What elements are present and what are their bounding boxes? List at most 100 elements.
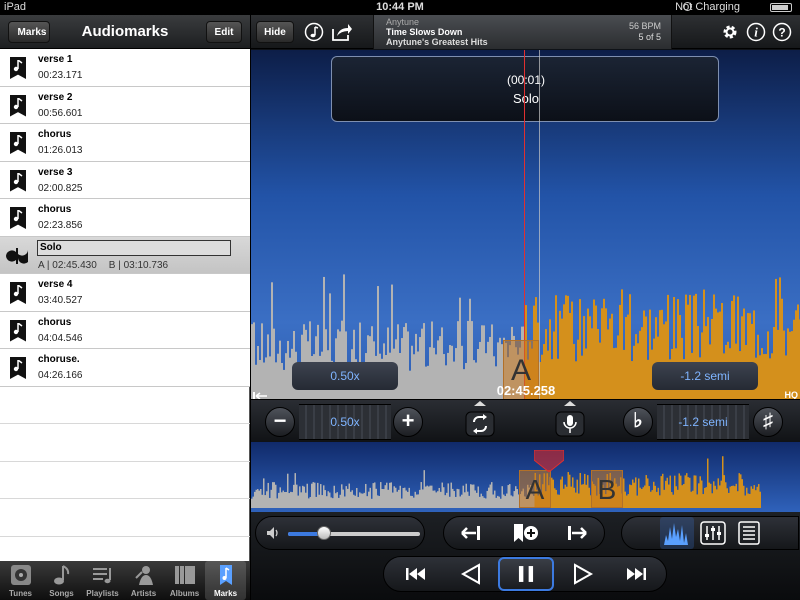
overview-marker-b[interactable]: B xyxy=(591,470,623,508)
loop-toggle-icon[interactable] xyxy=(463,400,497,440)
volume-control xyxy=(255,516,425,550)
speaker-icon xyxy=(267,527,278,539)
main-waveform[interactable]: (00:01) Solo A 0.50x -1.2 semi 02:45.258… xyxy=(251,50,800,413)
loop-mark-icon xyxy=(6,247,28,264)
share-icon[interactable] xyxy=(331,22,353,42)
pitch-flat-button[interactable]: ♭ xyxy=(623,407,653,437)
artist-icon xyxy=(135,566,153,585)
overview-marker-a[interactable]: A xyxy=(519,470,551,508)
list-item-selected[interactable]: Solo A | 02:45.430 B | 03:10.736 xyxy=(0,236,250,274)
volume-knob[interactable] xyxy=(316,526,331,540)
jump-to-mark-right-icon[interactable] xyxy=(554,517,598,549)
speed-bubble: 0.50x xyxy=(292,362,398,390)
pitch-value: -1.2 semi xyxy=(678,415,728,429)
help-icon[interactable]: ? xyxy=(771,22,793,42)
skip-back-icon[interactable] xyxy=(388,557,444,591)
waveform-view-icon[interactable] xyxy=(660,517,694,549)
pitch-bubble: -1.2 semi xyxy=(652,362,758,390)
list-item[interactable]: verse 1 00:23.171 xyxy=(0,49,250,87)
loop-end-time: B | 03:10.736 xyxy=(108,259,169,271)
mark-name: verse 1 xyxy=(38,54,73,65)
bpm-readout: 56 BPM xyxy=(628,21,661,31)
list-item[interactable]: chorus 01:26.013 xyxy=(0,124,250,162)
mark-name: chorus xyxy=(38,316,72,328)
list-item[interactable]: choruse. 04:26.166 xyxy=(0,349,250,387)
mark-time: 00:23.171 xyxy=(38,70,83,81)
bookmark-icon xyxy=(10,319,26,342)
speed-value: 0.50x xyxy=(330,415,360,429)
tab-albums[interactable]: Albums xyxy=(164,561,205,600)
jump-to-mark-left-icon[interactable] xyxy=(450,517,494,549)
tab-artists[interactable]: Artists xyxy=(123,561,164,600)
microphone-icon[interactable] xyxy=(553,400,587,440)
svg-text:i: i xyxy=(754,25,758,40)
loop-start-line xyxy=(539,50,540,413)
now-playing-info[interactable]: Anytune Time Slows Down Anytune's Greate… xyxy=(373,15,672,49)
empty-row xyxy=(0,499,250,537)
mark-time: 02:00.825 xyxy=(38,182,83,194)
speed-slider[interactable]: 0.50x xyxy=(299,404,391,440)
overview-playhead[interactable] xyxy=(534,450,564,472)
player-panel: Hide Anytune Time Slows Down Anytune's G… xyxy=(251,15,800,600)
note-icon xyxy=(54,565,70,585)
list-item[interactable]: verse 3 02:00.825 xyxy=(0,161,250,199)
music-note-icon[interactable] xyxy=(303,22,325,42)
bookmark-icon xyxy=(10,282,26,304)
loop-start-time: A | 02:45.430 xyxy=(38,259,97,271)
mark-name: verse 2 xyxy=(38,91,73,103)
mixer-icon[interactable] xyxy=(696,517,730,549)
player-toolbar: Hide Anytune Time Slows Down Anytune's G… xyxy=(251,15,800,49)
track-position: 5 of 5 xyxy=(638,32,661,42)
mark-callout: (00:01) Solo xyxy=(331,56,719,122)
album-name: Anytune's Greatest Hits xyxy=(386,37,488,47)
status-bar: iPad 10:44 PM Not Charging xyxy=(0,0,800,15)
pause-icon[interactable] xyxy=(498,557,554,591)
speed-plus-button[interactable]: + xyxy=(393,407,423,437)
tab-label: Artists xyxy=(130,589,157,598)
mark-time: 04:26.166 xyxy=(38,370,83,381)
bookmark-icon xyxy=(220,565,232,585)
list-item[interactable]: verse 4 03:40.527 xyxy=(0,274,250,312)
hide-button[interactable]: Hide xyxy=(256,21,294,43)
empty-row xyxy=(0,462,250,499)
mark-name: verse 4 xyxy=(38,279,73,290)
gear-icon[interactable] xyxy=(719,22,741,42)
skip-forward-icon[interactable] xyxy=(608,557,664,591)
pitch-slider[interactable]: -1.2 semi xyxy=(657,404,749,440)
tab-tunes[interactable]: Tunes xyxy=(0,561,41,600)
tab-songs[interactable]: Songs xyxy=(41,561,82,600)
speed-pitch-controls: − 0.50x + ♭ -1.2 semi ♯ xyxy=(251,399,800,441)
list-item[interactable]: chorus 02:23.856 xyxy=(0,199,250,237)
pitch-sharp-button[interactable]: ♯ xyxy=(753,407,783,437)
marks-navbar: Marks Audiomarks Edit xyxy=(0,15,250,49)
tab-marks[interactable]: Marks xyxy=(205,561,246,600)
add-mark-icon[interactable] xyxy=(502,517,548,549)
mark-time: 03:40.527 xyxy=(38,295,83,306)
forward-icon[interactable] xyxy=(554,557,610,591)
mark-name-field[interactable]: Solo xyxy=(37,239,231,256)
mark-time: 02:23.856 xyxy=(38,220,83,231)
tab-bar: Tunes Songs Playlists Artists Albums Mar… xyxy=(0,561,250,600)
speed-minus-button[interactable]: − xyxy=(265,407,295,437)
volume-slider[interactable] xyxy=(288,526,420,540)
edit-button[interactable]: Edit xyxy=(206,21,242,43)
album-icon xyxy=(175,566,195,584)
list-item[interactable]: verse 2 00:56.601 xyxy=(0,86,250,124)
bookmark-icon xyxy=(10,207,26,229)
mark-controls xyxy=(443,516,605,550)
rewind-icon[interactable] xyxy=(444,557,500,591)
notes-view-icon[interactable] xyxy=(732,517,766,549)
bookmark-icon xyxy=(10,132,26,154)
overview-waveform[interactable]: A B xyxy=(251,442,800,512)
empty-row xyxy=(0,387,250,424)
info-icon[interactable]: i xyxy=(745,22,767,42)
mark-loop-range: A | 02:45.430 B | 03:10.736 xyxy=(38,260,168,271)
battery-status: Not Charging xyxy=(675,1,740,13)
bookmark-icon xyxy=(10,57,26,79)
bookmark-icon xyxy=(10,169,26,192)
tab-label: Marks xyxy=(213,589,238,598)
mark-time: 01:26.013 xyxy=(38,145,83,156)
tab-playlists[interactable]: Playlists xyxy=(82,561,123,600)
mark-name: choruse. xyxy=(38,354,80,365)
list-item[interactable]: chorus 04:04.546 xyxy=(0,311,250,349)
